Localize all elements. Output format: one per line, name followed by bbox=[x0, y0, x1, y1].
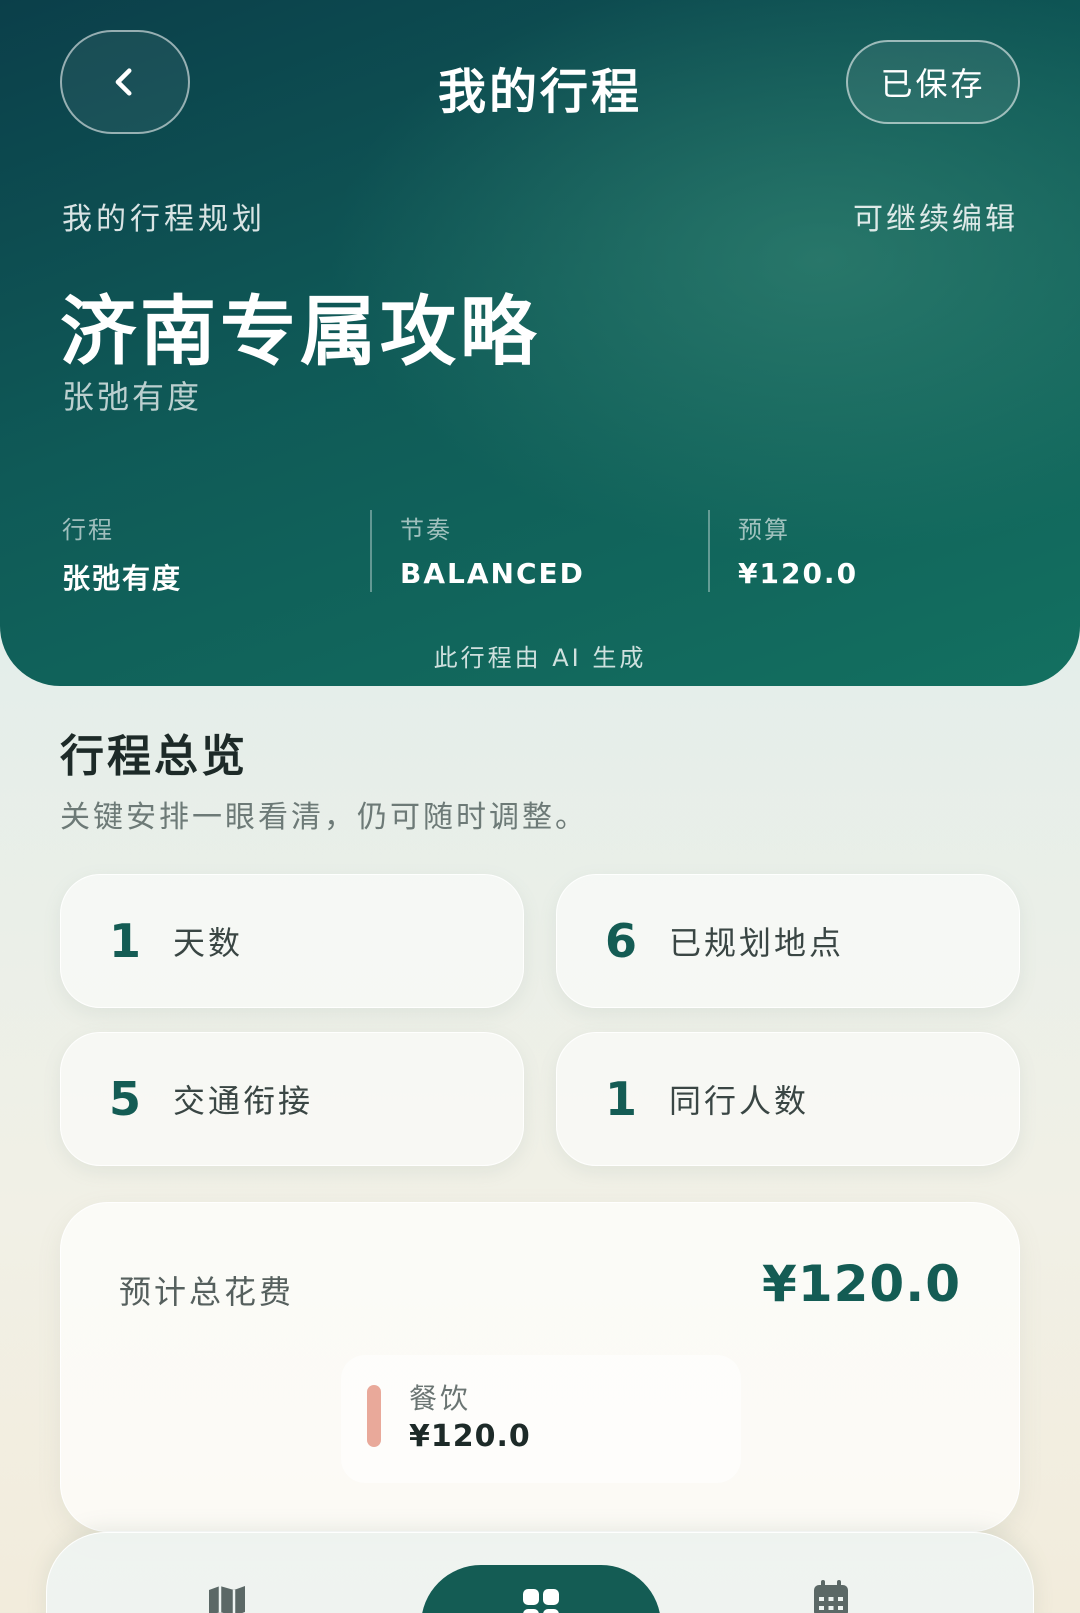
trip-stats: 行程 张弛有度 节奏 BALANCED 预算 ¥120.0 bbox=[62, 510, 1022, 595]
grid-icon bbox=[523, 1589, 559, 1613]
metric-label: 天数 bbox=[173, 924, 244, 962]
overview-subtitle: 关键安排一眼看清，仍可随时调整。 bbox=[60, 800, 588, 835]
nav-calendar-button[interactable] bbox=[809, 1577, 853, 1613]
metric-value: 1 bbox=[109, 914, 142, 968]
metric-label: 同行人数 bbox=[669, 1082, 810, 1120]
nav-overview-button[interactable] bbox=[421, 1565, 661, 1613]
metric-companions[interactable]: 1 同行人数 bbox=[556, 1032, 1020, 1166]
bottom-nav bbox=[46, 1532, 1034, 1613]
cost-item-food: 餐饮 ¥120.0 bbox=[341, 1355, 741, 1483]
nav-map-button[interactable] bbox=[205, 1583, 249, 1613]
stat-pace: 节奏 BALANCED bbox=[400, 510, 585, 594]
stat-value: ¥120.0 bbox=[738, 557, 859, 590]
stat-divider bbox=[708, 510, 710, 592]
metric-days[interactable]: 1 天数 bbox=[60, 874, 524, 1008]
stat-label: 预算 bbox=[738, 516, 790, 544]
metric-value: 1 bbox=[605, 1072, 638, 1126]
metric-label: 已规划地点 bbox=[669, 924, 845, 962]
saved-button[interactable]: 已保存 bbox=[846, 40, 1020, 124]
metric-value: 5 bbox=[109, 1072, 142, 1126]
cost-card: 预计总花费 ¥120.0 餐饮 ¥120.0 bbox=[60, 1202, 1020, 1532]
cost-item-name: 餐饮 bbox=[409, 1382, 472, 1415]
ai-generated-note: 此行程由 AI 生成 bbox=[433, 644, 647, 672]
plan-subtitle: 我的行程规划 bbox=[62, 202, 266, 237]
trip-tagline: 张弛有度 bbox=[62, 378, 203, 416]
metric-places[interactable]: 6 已规划地点 bbox=[556, 874, 1020, 1008]
cost-color-bar bbox=[367, 1385, 381, 1447]
metric-label: 交通衔接 bbox=[173, 1082, 314, 1120]
cost-label: 预计总花费 bbox=[119, 1273, 295, 1311]
stat-label: 行程 bbox=[62, 516, 114, 544]
stat-label: 节奏 bbox=[400, 516, 452, 544]
map-icon bbox=[209, 1586, 245, 1613]
calendar-icon bbox=[814, 1580, 848, 1613]
cost-item-value: ¥120.0 bbox=[409, 1419, 531, 1454]
trip-title: 济南专属攻略 bbox=[60, 287, 540, 376]
stat-divider bbox=[370, 510, 372, 592]
edit-hint-link[interactable]: 可继续编辑 bbox=[853, 194, 1018, 238]
hero-header: 我的行程 已保存 我的行程规划 可继续编辑 济南专属攻略 张弛有度 行程 张弛有… bbox=[0, 0, 1080, 686]
stat-value: BALANCED bbox=[400, 557, 585, 590]
metric-transport[interactable]: 5 交通衔接 bbox=[60, 1032, 524, 1166]
metric-value: 6 bbox=[605, 914, 638, 968]
stat-value: 张弛有度 bbox=[62, 562, 183, 595]
stat-budget: 预算 ¥120.0 bbox=[738, 510, 858, 594]
overview-title: 行程总览 bbox=[60, 731, 248, 782]
stat-trip: 行程 张弛有度 bbox=[62, 510, 183, 595]
cost-total: ¥120.0 bbox=[762, 1255, 961, 1313]
